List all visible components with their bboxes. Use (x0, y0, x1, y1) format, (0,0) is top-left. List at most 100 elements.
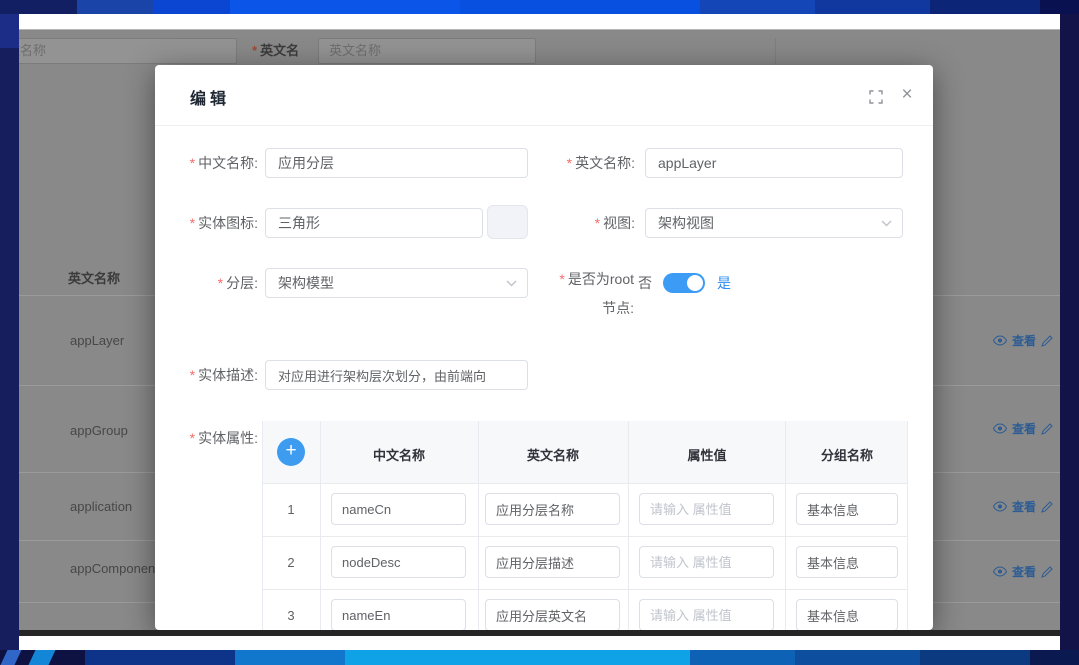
eye-icon[interactable] (993, 566, 1007, 577)
view-link[interactable]: 查看 (1012, 420, 1036, 437)
entity-desc-label: *实体描述: (155, 360, 258, 390)
name-cn-label: *中文名称: (155, 148, 258, 178)
table-grid-line (262, 421, 263, 630)
eye-icon[interactable] (993, 423, 1007, 434)
table-grid-line (785, 421, 786, 630)
entity-icon-input[interactable] (265, 208, 483, 238)
required-asterisk: * (190, 215, 195, 231)
is-root-off-label: 否 (638, 268, 658, 298)
pencil-icon[interactable] (1041, 566, 1053, 578)
top-white-strip (19, 14, 1060, 30)
bg-form-divider (775, 38, 776, 64)
attr-group-input[interactable] (796, 546, 898, 578)
dialog-header-divider (155, 125, 933, 126)
decor-band-segment (700, 0, 815, 14)
col-header-name-cn: 中文名称 (373, 445, 425, 464)
table-row: appLayer (70, 333, 124, 348)
row-index: 1 (262, 502, 320, 517)
attr-cn-input[interactable] (331, 546, 466, 578)
fullscreen-icon[interactable] (869, 90, 883, 104)
table-grid-line (262, 589, 908, 590)
required-asterisk: * (190, 430, 195, 446)
decor-left-edge (0, 48, 19, 650)
bg-name-cn-placeholder: 中文名称 (19, 39, 46, 63)
is-root-label: *是否为root节点: (546, 265, 634, 323)
attr-cn-input[interactable] (331, 599, 466, 630)
attr-group-input[interactable] (796, 493, 898, 525)
decor-band-segment (815, 0, 930, 14)
decor-right-edge (1060, 14, 1079, 650)
required-asterisk: * (252, 43, 257, 58)
name-en-input[interactable] (645, 148, 903, 178)
attr-cn-input[interactable] (331, 493, 466, 525)
icon-picker-button[interactable] (487, 205, 528, 239)
view-select-value: 架构视图 (658, 215, 714, 231)
col-header-attr-value: 属性值 (687, 445, 726, 464)
view-link[interactable]: 查看 (1012, 498, 1036, 515)
decor-band-segment (920, 650, 1030, 665)
chevron-down-icon (881, 220, 892, 227)
is-root-on-label: 是 (717, 268, 737, 298)
table-grid-line (262, 536, 908, 537)
decor-band-segment (235, 650, 345, 665)
attr-en-input[interactable] (485, 546, 620, 578)
decor-band-segment (153, 0, 230, 14)
eye-icon[interactable] (993, 335, 1007, 346)
view-link[interactable]: 查看 (1012, 332, 1036, 349)
edit-dialog: 编辑 × *中文名称: *英文名称: *实体图标: *视图: 架构视图 *分层: (155, 65, 933, 630)
entity-attrs-table: + 中文名称 英文名称 属性值 分组名称 1 2 3 (262, 421, 908, 630)
decor-band-segment (230, 0, 460, 14)
decor-band-segment (460, 0, 700, 14)
pencil-icon[interactable] (1041, 335, 1053, 347)
eye-icon[interactable] (993, 501, 1007, 512)
decor-band-segment (795, 650, 920, 665)
bg-name-en-label: *英文名 (252, 38, 299, 64)
bg-name-cn-input[interactable]: 中文名称 (19, 38, 237, 64)
name-cn-input[interactable] (265, 148, 528, 178)
bg-table-header-name-en: 英文名称 (68, 268, 120, 287)
layer-label: *分层: (155, 268, 258, 298)
row-actions: 查看 (993, 332, 1053, 349)
row-actions: 查看 (993, 498, 1053, 515)
decor-left-edge (0, 14, 19, 48)
view-link[interactable]: 查看 (1012, 563, 1036, 580)
view-select[interactable]: 架构视图 (645, 208, 903, 238)
required-asterisk: * (559, 271, 564, 287)
attr-value-input[interactable] (639, 493, 774, 525)
decor-band-segment (1030, 650, 1079, 665)
bottom-white-strip (19, 636, 1060, 650)
attr-value-input[interactable] (639, 546, 774, 578)
col-header-name-en: 英文名称 (527, 445, 579, 464)
add-attribute-button[interactable]: + (277, 438, 305, 466)
bg-name-en-input[interactable]: 英文名称 (318, 38, 536, 64)
pencil-icon[interactable] (1041, 501, 1053, 513)
screen-frame: 中文名称 *英文名 英文名称 英文名称 appLayer appGroup ap… (0, 0, 1079, 665)
layer-select-value: 架构模型 (278, 275, 334, 291)
layer-select[interactable]: 架构模型 (265, 268, 528, 298)
toggle-knob (687, 275, 703, 291)
table-row: application (70, 499, 132, 514)
chevron-down-icon (506, 280, 517, 287)
required-asterisk: * (218, 275, 223, 291)
row-actions: 查看 (993, 420, 1053, 437)
decor-band-segment (930, 0, 1040, 14)
pencil-icon[interactable] (1041, 423, 1053, 435)
entity-attrs-label: *实体属性: (155, 423, 258, 453)
attr-table-header (262, 421, 908, 483)
attr-en-input[interactable] (485, 493, 620, 525)
row-actions: 查看 (993, 563, 1053, 580)
table-grid-line (320, 421, 321, 630)
row-index: 2 (262, 555, 320, 570)
table-row: appComponent (70, 561, 159, 576)
dialog-title: 编辑 (190, 85, 230, 109)
bg-name-en-placeholder: 英文名称 (319, 39, 381, 63)
attr-group-input[interactable] (796, 599, 898, 630)
close-icon[interactable]: × (896, 84, 918, 106)
table-grid-line (262, 483, 908, 484)
attr-value-input[interactable] (639, 599, 774, 630)
is-root-toggle[interactable] (663, 273, 705, 293)
attr-en-input[interactable] (485, 599, 620, 630)
app-window: 中文名称 *英文名 英文名称 英文名称 appLayer appGroup ap… (19, 14, 1060, 650)
table-grid-line (907, 421, 908, 630)
entity-desc-input[interactable] (265, 360, 528, 390)
